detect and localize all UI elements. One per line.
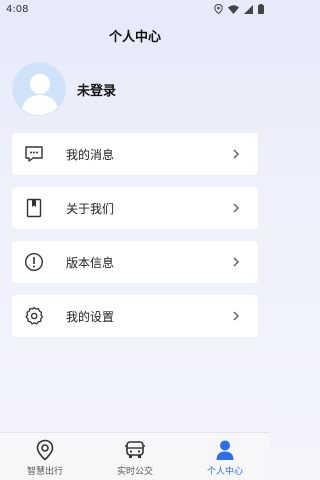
bottom-tab-bar: 智慧出行 实时公交 个人中心: [0, 432, 270, 480]
tab-smart-travel[interactable]: 智慧出行: [0, 433, 90, 480]
menu-item-label: 关于我们: [66, 201, 115, 216]
page-title: 个人中心: [108, 29, 161, 45]
person-icon: [214, 439, 236, 461]
menu-item-settings[interactable]: 我的设置: [12, 295, 258, 337]
default-avatar-icon[interactable]: [12, 62, 66, 116]
location-pin-icon: [34, 439, 56, 461]
chevron-right-icon: [230, 202, 242, 214]
battery-icon: [258, 4, 264, 14]
tab-personal-center[interactable]: 个人中心: [180, 433, 270, 480]
message-icon: [24, 144, 44, 164]
status-bar: 4:08: [0, 0, 270, 18]
tab-label: 个人中心: [206, 467, 243, 477]
chevron-right-icon: [230, 148, 242, 160]
username: 未登录: [77, 83, 117, 99]
profile-section[interactable]: 未登录: [12, 62, 116, 116]
tab-label: 实时公交: [116, 467, 153, 477]
menu-item-label: 我的消息: [66, 147, 115, 162]
status-icons: [214, 4, 264, 14]
bus-icon: [124, 439, 146, 461]
bookmark-book-icon: [24, 198, 44, 218]
menu-item-label: 版本信息: [66, 255, 115, 270]
gear-icon: [24, 306, 44, 326]
location-icon: [214, 4, 223, 14]
signal-icon: [244, 4, 253, 14]
menu-item-messages[interactable]: 我的消息: [12, 133, 258, 175]
menu-list: 我的消息 关于我们 版本信息 我的设置: [12, 133, 258, 349]
menu-item-about[interactable]: 关于我们: [12, 187, 258, 229]
chevron-right-icon: [230, 310, 242, 322]
menu-item-version[interactable]: 版本信息: [12, 241, 258, 283]
tab-label: 智慧出行: [26, 467, 63, 477]
menu-item-label: 我的设置: [66, 309, 115, 324]
chevron-right-icon: [230, 256, 242, 268]
wifi-icon: [228, 4, 239, 14]
tab-realtime-bus[interactable]: 实时公交: [90, 433, 180, 480]
status-time: 4:08: [6, 3, 29, 15]
info-exclamation-icon: [24, 252, 44, 272]
header: 个人中心: [0, 22, 270, 48]
